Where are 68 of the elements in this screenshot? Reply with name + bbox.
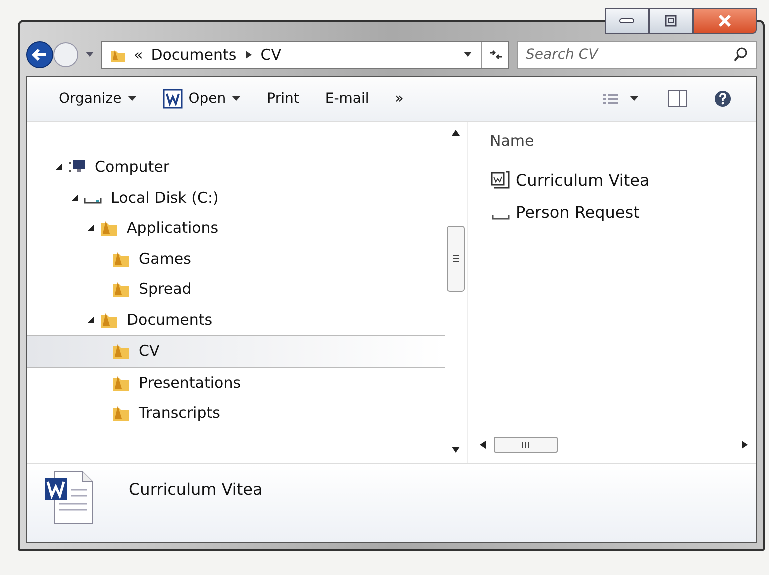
caret-icon xyxy=(128,96,137,102)
separator-arrow-icon[interactable] xyxy=(244,50,253,60)
back-button[interactable] xyxy=(26,41,54,69)
tree-label: Computer xyxy=(95,158,170,176)
tree-label: Applications xyxy=(127,219,219,238)
column-header[interactable]: Name xyxy=(490,128,748,164)
tree-item[interactable]: Transcripts xyxy=(27,398,445,428)
search-icon xyxy=(733,47,749,63)
drive-icon xyxy=(84,197,102,204)
address-bar[interactable]: « Documents CV xyxy=(101,41,509,69)
toolbar-button[interactable]: Open xyxy=(152,85,252,113)
pane-icon xyxy=(668,90,688,108)
overflow-chevron[interactable]: « xyxy=(134,46,144,64)
file-name: Person Request xyxy=(516,202,640,222)
search-field[interactable]: Search CV xyxy=(517,41,757,69)
tree-item[interactable]: Computer xyxy=(27,152,445,182)
tree-label: Presentations xyxy=(139,374,242,392)
scroll-left-icon[interactable] xyxy=(480,441,486,449)
minimize-button[interactable] xyxy=(605,8,649,34)
tree-item[interactable]: CV xyxy=(27,335,445,368)
refresh-button[interactable] xyxy=(481,42,504,68)
tree-item[interactable]: Applications xyxy=(27,213,445,244)
expand-arrow-icon[interactable] xyxy=(87,224,95,232)
file-name: Curriculum Vitea xyxy=(516,170,650,190)
tree-label: Transcripts xyxy=(139,404,220,422)
caret-icon xyxy=(232,96,242,102)
scroll-down-icon[interactable] xyxy=(452,447,460,453)
expand-arrow-icon[interactable] xyxy=(71,194,79,202)
toolbar-button[interactable]: E-mail xyxy=(315,87,380,111)
scrollbar[interactable] xyxy=(480,435,748,455)
maximize-icon xyxy=(664,15,678,27)
scroll-right-icon[interactable] xyxy=(742,441,748,449)
scroll-up-icon[interactable] xyxy=(452,130,460,136)
refresh-icon xyxy=(488,48,504,62)
tree-label: Documents xyxy=(127,310,213,329)
help-icon xyxy=(714,90,732,108)
maximize-button[interactable] xyxy=(649,8,693,34)
tree-label: Local Disk (C:) xyxy=(111,188,219,207)
close-button[interactable] xyxy=(693,8,757,34)
grip-icon xyxy=(453,255,459,263)
tree-item[interactable]: Local Disk (C:) xyxy=(27,182,445,213)
expand-arrow-icon[interactable] xyxy=(55,163,63,172)
more-button[interactable]: » xyxy=(385,87,414,111)
dropdown-arrow-icon[interactable] xyxy=(463,51,473,59)
breadcrumb-item[interactable]: CV xyxy=(260,46,282,64)
grip-icon xyxy=(521,442,531,448)
file-item[interactable]: Person Request xyxy=(490,196,748,228)
blank-file-icon xyxy=(492,214,510,220)
list-view-icon xyxy=(602,92,642,106)
tree-label: CV xyxy=(139,342,160,360)
tree-label: Spread xyxy=(139,280,192,298)
close-icon xyxy=(717,14,733,28)
tree-item[interactable]: Presentations xyxy=(27,368,445,398)
scrollbar-thumb[interactable] xyxy=(494,437,558,453)
breadcrumb-item[interactable]: Documents xyxy=(151,46,237,64)
tree-item[interactable]: Spread xyxy=(27,274,445,304)
tree-label: Games xyxy=(139,250,192,268)
file-name: Curriculum Vitea xyxy=(129,480,263,499)
file-item[interactable]: Curriculum Vitea xyxy=(490,164,748,196)
document-icon xyxy=(490,170,512,190)
toolbar-button[interactable]: Organize xyxy=(49,87,147,111)
document-icon xyxy=(162,89,183,109)
minimize-icon xyxy=(619,17,635,25)
tree-item[interactable]: Games xyxy=(27,244,445,274)
expand-arrow-icon[interactable] xyxy=(87,316,95,324)
scrollbar-thumb[interactable] xyxy=(447,226,465,292)
tree-item[interactable]: Documents xyxy=(27,304,445,335)
toolbar-button[interactable]: Print xyxy=(257,87,310,111)
